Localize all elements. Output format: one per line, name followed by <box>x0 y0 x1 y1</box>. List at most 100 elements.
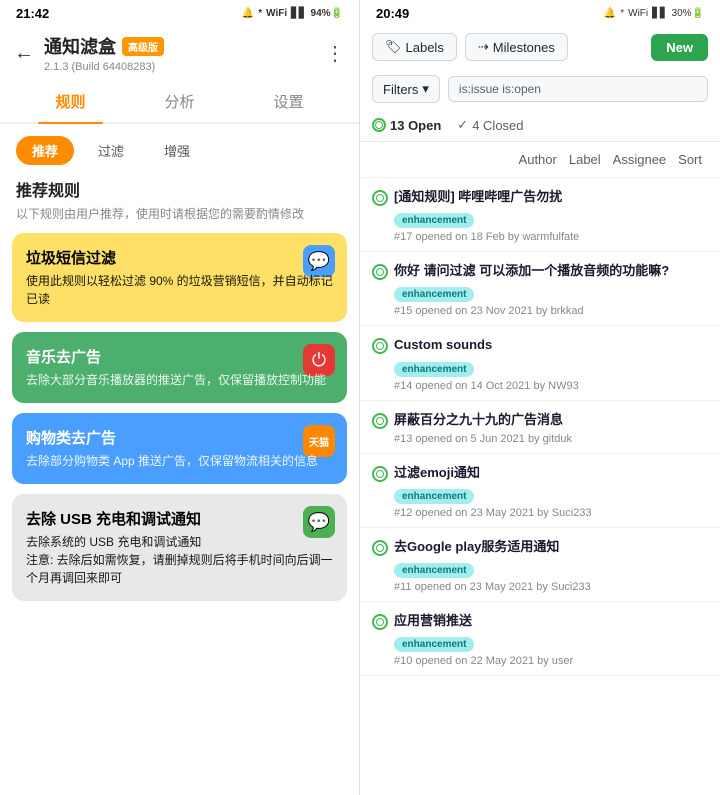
issue-meta: #15 opened on 23 Nov 2021 by brkkad <box>394 305 708 317</box>
card-shopping-ad[interactable]: 天猫 购物类去广告 去除部分购物类 App 推送广告，仅保留物流相关的信息 <box>12 413 347 484</box>
sub-tab-filter[interactable]: 过滤 <box>82 136 140 165</box>
issue-title-row: 应用营销推送 <box>372 612 708 630</box>
col-assignee[interactable]: Assignee <box>607 150 672 169</box>
milestone-icon: ⇢ <box>478 39 489 55</box>
issue-open-icon <box>372 264 388 280</box>
issue-title-row: Custom sounds <box>372 336 708 354</box>
app-title: 通知滤盒 高级版 <box>44 33 315 59</box>
filter-row: Filters ▾ <box>360 69 720 109</box>
check-icon: ✓ <box>457 117 468 133</box>
battery-icon: 94%🔋 <box>311 8 343 19</box>
issue-title: Custom sounds <box>394 336 708 354</box>
tag-icon: 🏷 <box>385 39 402 55</box>
issue-title-row: 你好 请问过滤 可以添加一个播放音频的功能嘛? <box>372 262 708 280</box>
issue-item-13[interactable]: 屏蔽百分之九十九的广告消息 #13 opened on 5 Jun 2021 b… <box>360 401 720 454</box>
app-title-text: 通知滤盒 <box>44 33 116 59</box>
issue-item-10[interactable]: 应用营销推送 enhancement #10 opened on 22 May … <box>360 602 720 676</box>
filters-button[interactable]: Filters ▾ <box>372 75 440 103</box>
issue-title-row: 过滤emoji通知 <box>372 464 708 482</box>
menu-dots-button[interactable]: ⋮ <box>325 41 345 66</box>
issues-list: [通知规则] 哔哩哔哩广告勿扰 enhancement #17 opened o… <box>360 178 720 795</box>
col-label[interactable]: Label <box>563 150 607 169</box>
wifi-icon-r: WiFi <box>628 8 648 19</box>
bell-icon-r: 🔔 <box>604 8 616 19</box>
battery-icon-r: 30%🔋 <box>672 8 704 19</box>
issue-title: [通知规则] 哔哩哔哩广告勿扰 <box>394 188 708 206</box>
status-icons-right: 🔔 * WiFi ▋▋ 30%🔋 <box>604 8 704 19</box>
milestones-button[interactable]: ⇢ Milestones <box>465 33 568 61</box>
issue-open-icon <box>372 190 388 206</box>
issue-item-11[interactable]: 去Google play服务适用通知 enhancement #11 opene… <box>360 528 720 602</box>
col-author[interactable]: Author <box>513 150 563 169</box>
col-sort[interactable]: Sort <box>672 150 708 169</box>
card-usb[interactable]: 💬 去除 USB 充电和调试通知 去除系统的 USB 充电和调试通知 注意: 去… <box>12 494 347 601</box>
bell-icon: 🔔 <box>242 8 254 19</box>
pro-badge: 高级版 <box>122 37 164 56</box>
sub-tabs: 推荐 过滤 增强 <box>0 124 359 173</box>
search-input[interactable] <box>448 76 708 102</box>
cards-area: 💬 垃圾短信过滤 使用此规则以轻松过滤 90% 的垃圾营销短信，并自动标记已读 … <box>0 233 359 795</box>
status-time-left: 21:42 <box>16 6 49 21</box>
issue-title: 屏蔽百分之九十九的广告消息 <box>394 411 708 429</box>
chevron-down-icon: ▾ <box>422 81 429 97</box>
wifi-icon: WiFi <box>266 8 287 19</box>
columns-row: Author Label Assignee Sort <box>360 142 720 178</box>
open-closed-bar: 13 Open ✓ 4 Closed <box>360 109 720 142</box>
open-circle-icon <box>372 118 386 132</box>
issue-open-icon <box>372 338 388 354</box>
card-spam-filter[interactable]: 💬 垃圾短信过滤 使用此规则以轻松过滤 90% 的垃圾营销短信，并自动标记已读 <box>12 233 347 322</box>
card-desc-usb: 去除系统的 USB 充电和调试通知 注意: 去除后如需恢复，请删掉规则后将手机时… <box>26 533 333 587</box>
app-title-group: 通知滤盒 高级版 2.1.3 (Build 64408283) <box>44 33 315 73</box>
tab-settings[interactable]: 设置 <box>234 81 343 122</box>
back-button[interactable]: ← <box>14 42 34 65</box>
issue-item-15[interactable]: 你好 请问过滤 可以添加一个播放音频的功能嘛? enhancement #15 … <box>360 252 720 326</box>
closed-issues-button[interactable]: ✓ 4 Closed <box>457 117 523 133</box>
tab-analysis[interactable]: 分析 <box>125 81 234 122</box>
card-title-usb: 去除 USB 充电和调试通知 <box>26 508 333 529</box>
issue-meta: #13 opened on 5 Jun 2021 by gitduk <box>394 433 708 445</box>
issue-open-icon <box>372 466 388 482</box>
card-music-ad[interactable]: ⏻ 音乐去广告 去除大部分音乐播放器的推送广告，仅保留播放控制功能 <box>12 332 347 403</box>
enhancement-badge: enhancement <box>394 637 474 652</box>
issue-open-icon <box>372 413 388 429</box>
sub-tab-recommend[interactable]: 推荐 <box>16 136 74 165</box>
new-issue-button[interactable]: New <box>651 34 708 61</box>
issue-item-14[interactable]: Custom sounds enhancement #14 opened on … <box>360 326 720 400</box>
status-bar-left: 21:42 🔔 * WiFi ▋▋ 94%🔋 <box>0 0 359 25</box>
issue-item-12[interactable]: 过滤emoji通知 enhancement #12 opened on 23 M… <box>360 454 720 528</box>
sub-tab-enhance[interactable]: 增强 <box>148 136 206 165</box>
open-issues-button[interactable]: 13 Open <box>372 118 441 133</box>
gh-header: 🏷 Labels ⇢ Milestones New <box>360 25 720 69</box>
issue-meta: #14 opened on 14 Oct 2021 by NW93 <box>394 380 708 392</box>
issue-title: 过滤emoji通知 <box>394 464 708 482</box>
status-bar-right: 20:49 🔔 * WiFi ▋▋ 30%🔋 <box>360 0 720 25</box>
main-tabs: 规则 分析 设置 <box>0 81 359 124</box>
filter-label: Filters <box>383 82 418 97</box>
enhancement-badge: enhancement <box>394 563 474 578</box>
left-panel: 21:42 🔔 * WiFi ▋▋ 94%🔋 ← 通知滤盒 高级版 2.1.3 … <box>0 0 360 795</box>
enhancement-badge: enhancement <box>394 362 474 377</box>
bt-icon-r: * <box>620 8 624 19</box>
signal-icon: ▋▋ <box>291 8 306 19</box>
issue-title-row: 屏蔽百分之九十九的广告消息 <box>372 411 708 429</box>
card-title-spam: 垃圾短信过滤 <box>26 247 333 268</box>
card-desc-music: 去除大部分音乐播放器的推送广告，仅保留播放控制功能 <box>26 371 333 389</box>
signal-icon-r: ▋▋ <box>652 8 667 19</box>
top-bar: ← 通知滤盒 高级版 2.1.3 (Build 64408283) ⋮ <box>0 25 359 81</box>
issue-title: 去Google play服务适用通知 <box>394 538 708 556</box>
issue-meta: #12 opened on 23 May 2021 by Suci233 <box>394 507 708 519</box>
status-icons-left: 🔔 * WiFi ▋▋ 94%🔋 <box>242 8 343 19</box>
issue-item-17[interactable]: [通知规则] 哔哩哔哩广告勿扰 enhancement #17 opened o… <box>360 178 720 252</box>
issue-meta: #11 opened on 23 May 2021 by Suci233 <box>394 581 708 593</box>
bt-icon: * <box>258 8 262 19</box>
labels-button[interactable]: 🏷 Labels <box>372 33 457 61</box>
tab-rules[interactable]: 规则 <box>16 81 125 122</box>
enhancement-badge: enhancement <box>394 287 474 302</box>
card-title-shopping: 购物类去广告 <box>26 427 333 448</box>
section-title: 推荐规则 <box>0 173 359 205</box>
issue-open-icon <box>372 614 388 630</box>
issue-open-icon <box>372 540 388 556</box>
open-count: 13 Open <box>390 118 441 133</box>
issue-title-row: [通知规则] 哔哩哔哩广告勿扰 <box>372 188 708 206</box>
closed-count: 4 Closed <box>472 118 523 133</box>
